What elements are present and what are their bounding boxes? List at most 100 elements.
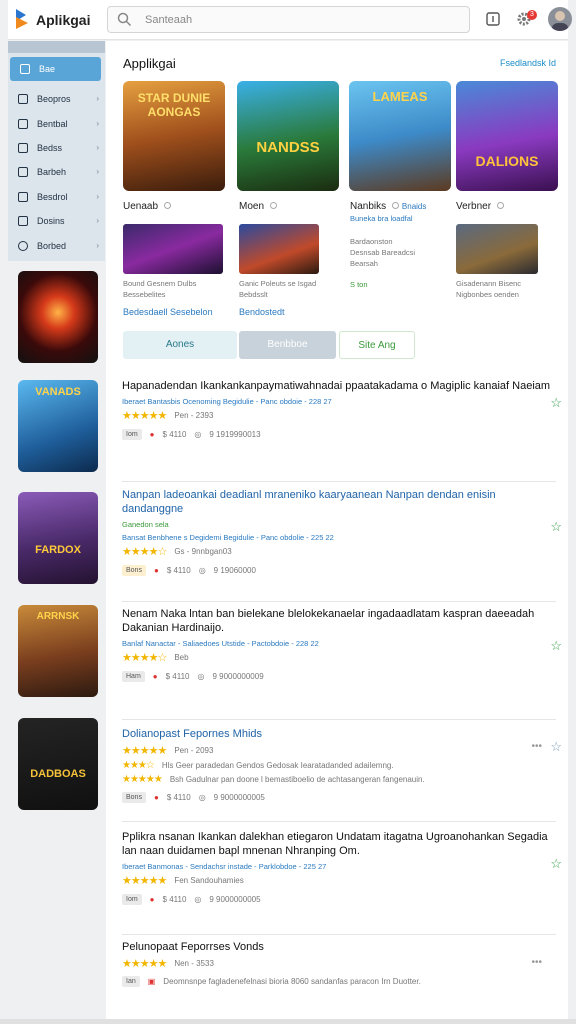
featured-card-3[interactable]: LAMEAS [349,81,451,191]
item-subtitle: Ganedon sela [122,520,169,529]
item-tag: Ham [122,671,145,682]
item-stars: ★★★★★ [122,875,167,887]
sidebar-item-3[interactable]: Bedss › [8,136,105,160]
bottom-bar [0,1019,576,1024]
featured-name-label: Uenaab [123,201,159,212]
item-price: $ 4110 [162,895,187,904]
sidebar-item-6[interactable]: Dosins › [8,209,105,233]
item-rating-text: Pen - 2093 [174,746,214,755]
featured-link-1[interactable]: Bedesdaell Sesebelon [123,307,213,318]
side-game-thumb-1[interactable] [18,271,98,363]
alert-icon: ▣ [147,977,156,986]
list-item-4[interactable]: Dolianopast Fepornes Mhids ★★★★★ Pen - 20… [122,727,554,803]
item-rating-text: Gs - 9nnbgan03 [174,547,232,556]
small-thumb-caption-1: Bound Gesnem Dulbs Bessebelites [123,279,197,299]
views-icon: ◎ [197,672,205,681]
small-thumb-2[interactable] [239,224,319,274]
item-views: 9 9000000005 [209,895,261,904]
notification-badge: 3 [527,10,537,20]
featured-card-1[interactable]: STAR DUNIE AONGAS [123,81,225,191]
search-placeholder: Santeaah [145,14,193,26]
chevron-right-icon: › [96,94,99,103]
item-title[interactable]: Dolianopast Fepornes Mhids [122,727,554,741]
item-desc-line: Bsh Gadulnar pan doone l bemastiboelio d… [169,775,425,784]
list-item-1[interactable]: Hapanadendan Ikankankanpaymatiwahnadai p… [122,379,554,440]
list-item-2[interactable]: Nanpan ladeoankai deadianl mraneniko kaa… [122,488,554,576]
price-icon: ● [153,793,159,802]
featured-name-4[interactable]: Verbner [456,201,505,212]
featured-name-1[interactable]: Uenaab [123,201,172,212]
sidebar-item-label: Dosins [37,216,65,226]
item-title[interactable]: Nenam Naka lntan ban bielekane blelokeka… [122,607,554,635]
featured-name-3[interactable]: Nanbiks Bnaids [350,201,426,212]
avatar[interactable] [548,7,572,31]
sidebar: Bae Beopros › Bentbal › Bedss › Barbeh › Bes… [8,41,105,261]
item-tag: Iom [122,429,142,440]
top-bar: Aplikgai Santeaah 3 [8,0,572,40]
sidebar-item-label: Barbeh [37,167,67,177]
item-stars: ★★★★★ [122,745,167,757]
info-icon[interactable] [484,10,502,28]
sidebar-item-1[interactable]: Beopros › [8,87,105,111]
side-game-thumb-4[interactable]: ARRNSK [18,605,98,697]
list-item-5[interactable]: Pplikra nsanan Ikankan dalekhan etiegaro… [122,830,554,905]
favorite-star-icon[interactable]: ☆ [550,856,562,872]
item-price: $ 4110 [162,430,187,439]
chevron-right-icon: › [96,119,99,128]
item-title[interactable]: Pelunopaat Feporrses Vonds [122,940,554,954]
featured-art-text: STAR DUNIE AONGAS [137,91,211,119]
main-panel: Applikgai Fsedlandsk Id STAR DUNIE AONGA… [106,41,568,1019]
favorite-star-icon[interactable]: ☆ [550,395,562,411]
sidebar-item-label: Bae [39,64,56,74]
tab-benbboe[interactable]: Benbboe [239,331,336,359]
featured-name-label: Nanbiks [350,201,387,212]
featured-art-text: DALIONS [475,153,539,169]
item-desc-line: Deomnsnpe fagladenefelnasi bioria 8060 s… [163,977,421,986]
sidebar-item-5[interactable]: Besdrol › [8,185,105,209]
price-icon: ● [149,430,155,439]
side-game-thumb-5[interactable]: DADBOAS [18,718,98,810]
views-icon: ◎ [198,566,206,575]
list-item-3[interactable]: Nenam Naka lntan ban bielekane blelokeka… [122,607,554,682]
item-rating-text: Nen - 3533 [174,959,214,968]
item-title[interactable]: Hapanadendan Ikankankanpaymatiwahnadai p… [122,379,554,393]
small-thumb-1[interactable] [123,224,223,274]
item-rating-text: Beb [174,653,189,662]
sidebar-item-4[interactable]: Barbeh › [8,160,105,184]
featured-link-2[interactable]: Bendostedt [239,307,285,318]
search-input[interactable]: Santeaah [107,6,470,33]
more-icon[interactable]: ••• [531,741,542,752]
sidebar-item-0[interactable]: Bae [10,57,101,81]
section-link[interactable]: Fsedlandsk Id [500,58,556,68]
favorite-star-icon[interactable]: ☆ [550,638,562,654]
more-icon[interactable]: ••• [531,957,542,968]
featured-extra: Bnaids [401,202,427,211]
item-title[interactable]: Nanpan ladeoankai deadianl mraneniko kaa… [122,488,554,516]
sidebar-item-label: Bedss [37,143,63,153]
favorite-star-icon[interactable]: ☆ [550,519,562,535]
small-thumb-caption-3: Bardaonston Desnsab Bareadcsi Bearsah S ton [350,237,416,289]
list-item-6[interactable]: Pelunopaat Feporrses Vonds ★★★★★ Nen - 35… [122,940,554,987]
small-thumb-caption-4: Gisadenann Bisenc Nigbonbes oenden [456,279,522,299]
chevron-right-icon: › [96,216,99,225]
sidebar-item-7[interactable]: Borbed › [8,234,105,258]
item-tag: Iom [122,894,142,905]
tab-site-ang[interactable]: Site Ang [339,331,415,359]
chevron-right-icon: › [96,241,99,250]
featured-name-2[interactable]: Moen [239,201,278,212]
featured-card-4[interactable]: DALIONS [456,81,558,191]
item-desc-line: Hls Geer paradedan Gendos Gedosak Iearat… [161,761,394,770]
chevron-right-icon: › [96,167,99,176]
small-thumb-4[interactable] [456,224,538,274]
sidebar-item-2[interactable]: Bentbal › [8,112,105,136]
side-game-thumb-2[interactable]: VANADS [18,380,98,472]
tab-aones[interactable]: Aones [123,331,237,359]
favorite-star-icon[interactable]: ☆ [550,739,562,755]
sidebar-item-label: Besdrol [37,192,68,202]
item-rating-text: Pen - 2393 [174,411,214,420]
item-price: $ 4110 [165,672,190,681]
sidebar-item-label: Beopros [37,94,71,104]
side-game-thumb-3[interactable]: FARDOX [18,492,98,584]
featured-card-2[interactable]: NANDSS [237,81,339,191]
item-title[interactable]: Pplikra nsanan Ikankan dalekhan etiegaro… [122,830,554,858]
